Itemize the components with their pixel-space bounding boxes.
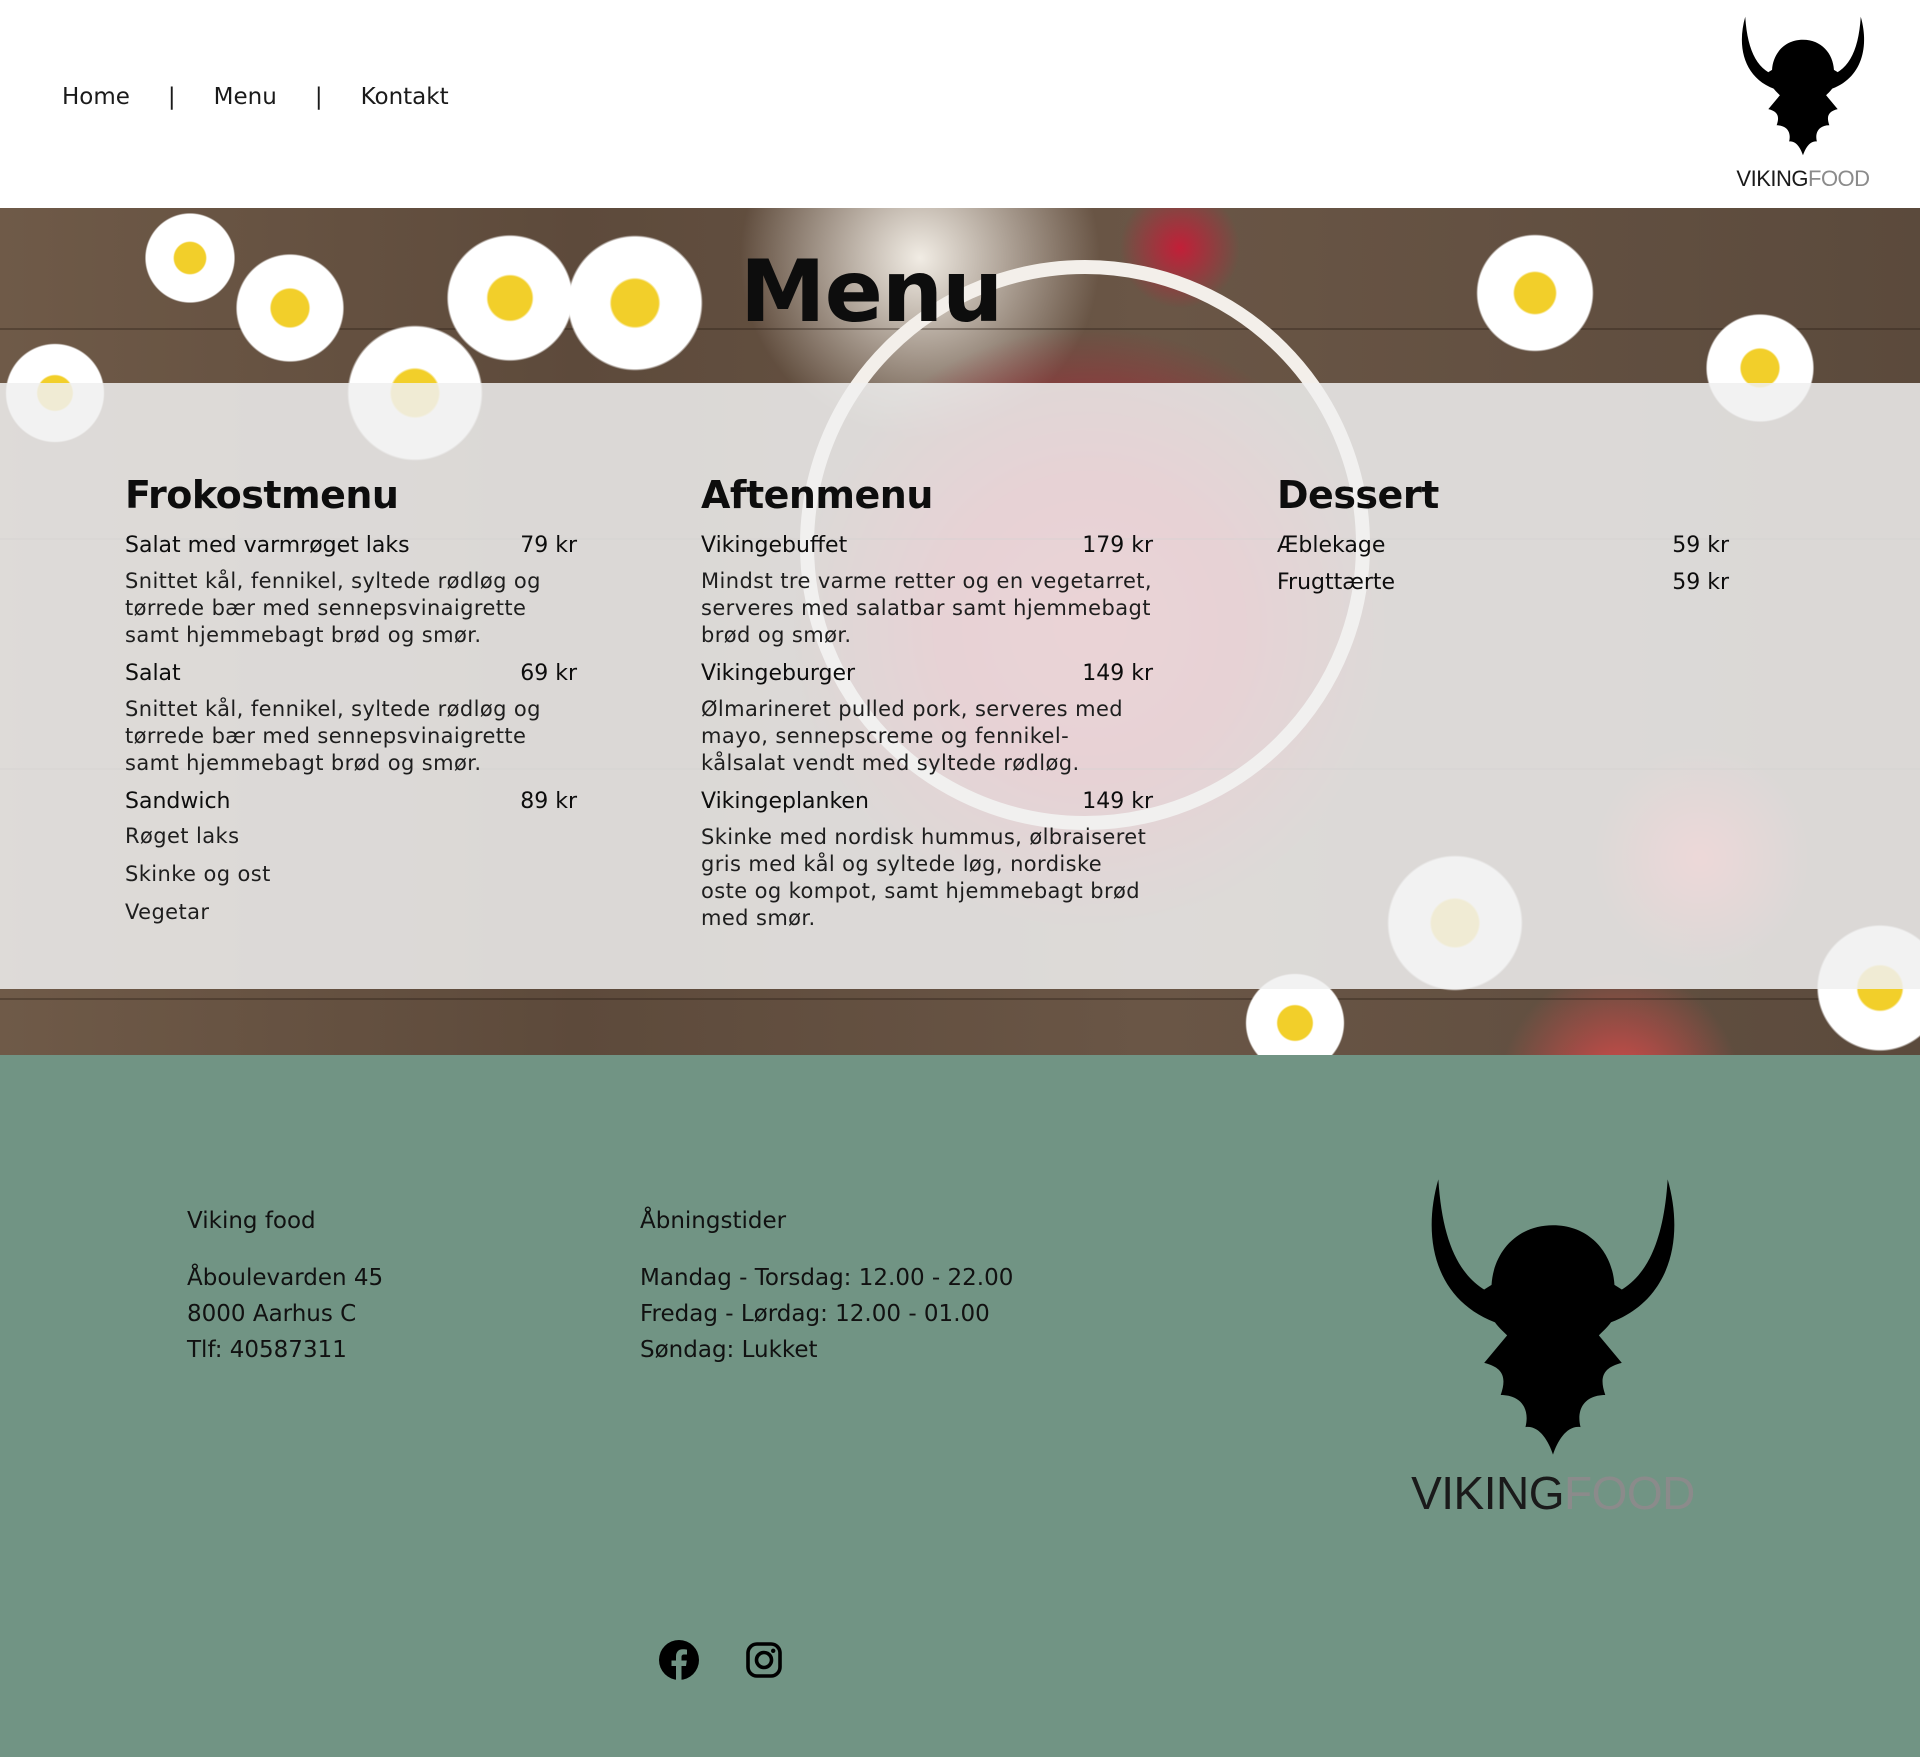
aften-heading: Aftenmenu xyxy=(701,473,933,517)
logo-wordmark: VIKINGFOOD xyxy=(1736,166,1870,191)
viking-head-icon xyxy=(1431,1179,1675,1455)
site-footer: Viking food Åboulevarden 45 8000 Aarhus … xyxy=(0,1055,1920,1757)
menu-item: Vikingebuffet 179 kr xyxy=(701,533,1153,558)
viking-head-icon xyxy=(1741,16,1865,156)
footer-logo: VIKINGFOOD xyxy=(1408,1178,1698,1520)
menu-item: Æblekage 59 kr xyxy=(1277,533,1729,558)
instagram-icon[interactable] xyxy=(744,1640,784,1680)
logo-wordmark: VIKINGFOOD xyxy=(1411,1467,1695,1519)
item-price: 149 kr xyxy=(1082,789,1153,814)
menu-item: Frugttærte 59 kr xyxy=(1277,570,1729,595)
menu-item: Sandwich 89 kr xyxy=(125,789,577,814)
item-price: 79 kr xyxy=(520,533,577,558)
contact-heading: Viking food xyxy=(187,1208,316,1234)
hours-line: Mandag - Torsdag: 12.00 - 22.00 xyxy=(640,1265,1014,1291)
facebook-icon[interactable] xyxy=(659,1640,699,1680)
hours-heading: Åbningstider xyxy=(640,1208,787,1234)
address-line: Åboulevarden 45 xyxy=(187,1265,384,1291)
menu-item: Salat med varmrøget laks 79 kr xyxy=(125,533,577,558)
item-name: Sandwich xyxy=(125,789,231,814)
menu-hero: Menu Frokostmenu Salat med varmrøget lak… xyxy=(0,208,1920,1055)
nav-separator: | xyxy=(314,84,323,110)
hours-line: Fredag - Lørdag: 12.00 - 01.00 xyxy=(640,1301,990,1327)
item-price: 69 kr xyxy=(520,661,577,686)
item-description: Snittet kål, fennikel, syltede rødløg og… xyxy=(125,697,541,775)
item-name: Vikingeburger xyxy=(701,661,856,686)
item-description: Ølmarineret pulled pork, serveres med ma… xyxy=(701,697,1124,775)
item-price: 59 kr xyxy=(1672,570,1729,595)
dessert-heading: Dessert xyxy=(1277,473,1439,517)
hours-line: Søndag: Lukket xyxy=(640,1337,818,1363)
item-name: Vikingeplanken xyxy=(701,789,869,814)
item-name: Frugttærte xyxy=(1277,570,1396,595)
menu-item: Salat 69 kr xyxy=(125,661,577,686)
item-description: Snittet kål, fennikel, syltede rødløg og… xyxy=(125,569,541,647)
item-description: Skinke med nordisk hummus, ølbraiseret g… xyxy=(701,825,1147,930)
item-name: Salat xyxy=(125,661,181,686)
site-header: Home | Menu | Kontakt VIKINGFOOD xyxy=(0,0,1920,208)
main-nav: Home | Menu | Kontakt xyxy=(62,84,449,110)
nav-separator: | xyxy=(167,84,176,110)
item-name: Salat med varmrøget laks xyxy=(125,533,410,558)
menu-item: Vikingeburger 149 kr xyxy=(701,661,1153,686)
nav-menu-link[interactable]: Menu xyxy=(214,84,277,110)
item-price: 89 kr xyxy=(520,789,577,814)
nav-kontakt-link[interactable]: Kontakt xyxy=(361,84,449,110)
aften-column: Aftenmenu Vikingebuffet 179 kr Mindst tr… xyxy=(701,473,1153,944)
nav-home-link[interactable]: Home xyxy=(62,84,130,110)
sandwich-option: Røget laks xyxy=(125,824,240,848)
item-price: 149 kr xyxy=(1082,661,1153,686)
item-name: Æblekage xyxy=(1277,533,1386,558)
phone-line[interactable]: Tlf: 40587311 xyxy=(187,1332,383,1368)
frokost-column: Frokostmenu Salat med varmrøget laks 79 … xyxy=(125,473,577,938)
sandwich-option: Vegetar xyxy=(125,900,210,924)
item-price: 59 kr xyxy=(1672,533,1729,558)
item-price: 179 kr xyxy=(1082,533,1153,558)
item-description: Mindst tre varme retter og en vegetarret… xyxy=(701,569,1152,647)
frokost-heading: Frokostmenu xyxy=(125,473,399,517)
item-name: Vikingebuffet xyxy=(701,533,848,558)
menu-title: Menu xyxy=(740,242,1003,342)
header-logo[interactable]: VIKINGFOOD xyxy=(1736,12,1870,192)
sandwich-option: Skinke og ost xyxy=(125,862,271,886)
opening-hours: Åbningstider Mandag - Torsdag: 12.00 - 2… xyxy=(640,1208,1013,1368)
dessert-column: Dessert Æblekage 59 kr Frugttærte 59 kr xyxy=(1277,473,1729,607)
contact-info: Viking food Åboulevarden 45 8000 Aarhus … xyxy=(187,1208,383,1368)
menu-item: Vikingeplanken 149 kr xyxy=(701,789,1153,814)
city-line: 8000 Aarhus C xyxy=(187,1301,357,1327)
